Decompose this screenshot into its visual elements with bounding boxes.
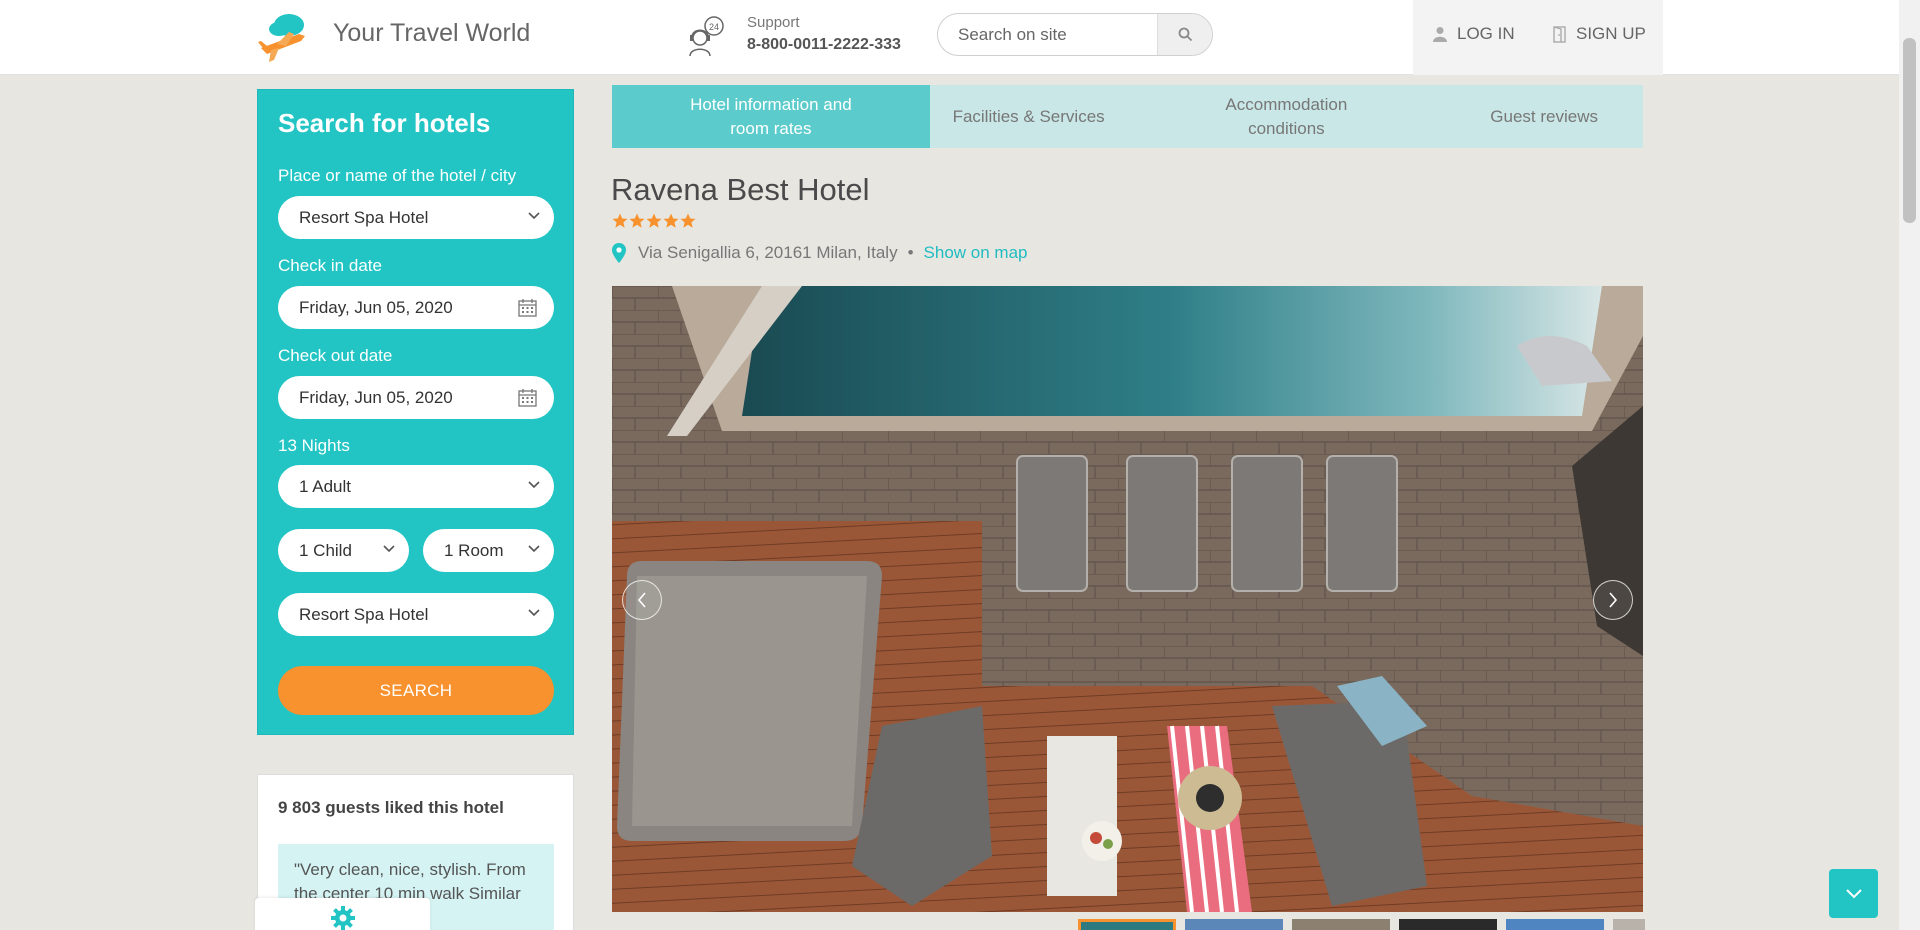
guests-liked-title: 9 803 guests liked this hotel bbox=[278, 798, 504, 817]
tab-guest-reviews[interactable]: Guest reviews bbox=[1445, 85, 1643, 148]
adults-select[interactable]: 1 Adult bbox=[278, 465, 554, 508]
gallery-thumbnails bbox=[1078, 919, 1645, 930]
tab-accommodation-conditions[interactable]: Accommodation conditions bbox=[1127, 85, 1446, 148]
hotel-type-select[interactable]: Resort Spa Hotel bbox=[278, 593, 554, 636]
star-icon bbox=[646, 213, 662, 228]
search-icon bbox=[1178, 27, 1192, 42]
brand-logo-icon[interactable] bbox=[255, 8, 313, 64]
chevron-down-icon bbox=[1845, 888, 1862, 898]
page-scrollbar[interactable] bbox=[1899, 0, 1920, 930]
gallery-thumbnail[interactable] bbox=[1292, 919, 1390, 930]
gallery-thumbnail[interactable] bbox=[1613, 919, 1645, 930]
signup-button[interactable]: SIGN UP bbox=[1553, 24, 1646, 44]
place-value: Resort Spa Hotel bbox=[299, 208, 429, 227]
chevron-down-icon bbox=[528, 481, 540, 489]
calendar-icon[interactable] bbox=[518, 388, 537, 407]
scroll-toggle-button[interactable] bbox=[1829, 869, 1878, 918]
checkout-value: Friday, Jun 05, 2020 bbox=[299, 388, 453, 407]
site-header: Your Travel World 24 Support 8-800-0011-… bbox=[0, 0, 1899, 75]
adults-value: 1 Adult bbox=[299, 477, 351, 496]
nights-label: 13 Nights bbox=[278, 436, 350, 455]
children-select[interactable]: 1 Child bbox=[278, 529, 409, 572]
tab-facilities[interactable]: Facilities & Services bbox=[929, 85, 1128, 148]
gallery-thumbnail[interactable] bbox=[1078, 919, 1176, 930]
chevron-right-icon bbox=[1609, 592, 1618, 608]
hotel-photo-gallery bbox=[612, 286, 1643, 912]
checkin-label: Check in date bbox=[278, 256, 382, 275]
signup-label: SIGN UP bbox=[1576, 24, 1646, 43]
tab-hotel-information[interactable]: Hotel information and room rates bbox=[612, 85, 930, 148]
hotel-main-photo bbox=[612, 286, 1643, 912]
door-icon bbox=[1553, 25, 1566, 43]
show-on-map-link[interactable]: Show on map bbox=[924, 243, 1028, 263]
rooms-select[interactable]: 1 Room bbox=[423, 529, 554, 572]
chevron-down-icon bbox=[383, 545, 395, 553]
svg-text:24: 24 bbox=[709, 22, 719, 32]
place-select[interactable]: Resort Spa Hotel bbox=[278, 196, 554, 239]
checkin-value: Friday, Jun 05, 2020 bbox=[299, 298, 453, 317]
login-button[interactable]: LOG IN bbox=[1433, 24, 1515, 44]
checkout-label: Check out date bbox=[278, 346, 393, 365]
place-label: Place or name of the hotel / city bbox=[278, 166, 517, 185]
gallery-thumbnail[interactable] bbox=[1399, 919, 1497, 930]
login-label: LOG IN bbox=[1457, 24, 1515, 43]
map-pin-icon bbox=[612, 243, 626, 263]
hotel-type-value: Resort Spa Hotel bbox=[299, 605, 429, 624]
rooms-value: 1 Room bbox=[444, 541, 504, 560]
support-label: Support bbox=[747, 14, 800, 31]
children-value: 1 Child bbox=[299, 541, 352, 560]
hotel-tabs: Hotel information and room rates Facilit… bbox=[612, 85, 1643, 148]
gallery-prev-button[interactable] bbox=[622, 580, 662, 620]
search-button[interactable]: SEARCH bbox=[278, 666, 554, 715]
search-panel-title: Search for hotels bbox=[278, 108, 491, 138]
support-headset-icon: 24 bbox=[689, 16, 724, 57]
checkout-date-field[interactable]: Friday, Jun 05, 2020 bbox=[278, 376, 554, 419]
settings-tab[interactable] bbox=[255, 898, 430, 930]
site-search-button[interactable] bbox=[1157, 14, 1212, 55]
gallery-thumbnail[interactable] bbox=[1506, 919, 1604, 930]
chevron-left-icon bbox=[637, 592, 646, 608]
checkin-date-field[interactable]: Friday, Jun 05, 2020 bbox=[278, 286, 554, 329]
gear-icon bbox=[330, 906, 355, 930]
chevron-down-icon bbox=[528, 212, 540, 220]
auth-area: LOG IN SIGN UP bbox=[1413, 0, 1663, 75]
chevron-down-icon bbox=[528, 545, 540, 553]
hotel-address: Via Senigallia 6, 20161 Milan, Italy bbox=[638, 243, 898, 262]
gallery-next-button[interactable] bbox=[1593, 580, 1633, 620]
star-icon bbox=[680, 213, 696, 228]
site-search bbox=[937, 13, 1213, 56]
site-search-input[interactable] bbox=[938, 14, 1158, 55]
star-icon bbox=[629, 213, 645, 228]
scrollbar-thumb[interactable] bbox=[1903, 38, 1916, 223]
chevron-down-icon bbox=[528, 609, 540, 617]
user-icon bbox=[1433, 27, 1447, 42]
hotel-name: Ravena Best Hotel bbox=[611, 172, 870, 207]
calendar-icon[interactable] bbox=[518, 298, 537, 317]
address-separator: • bbox=[907, 243, 914, 262]
hotel-address-row: Via Senigallia 6, 20161 Milan, Italy • S… bbox=[612, 243, 1027, 263]
support-phone[interactable]: 8-800-0011-2222-333 bbox=[747, 36, 901, 54]
gallery-thumbnail[interactable] bbox=[1185, 919, 1283, 930]
star-rating bbox=[612, 213, 696, 229]
brand-name[interactable]: Your Travel World bbox=[333, 19, 530, 48]
hotel-search-panel: Search for hotels Place or name of the h… bbox=[257, 89, 574, 735]
star-icon bbox=[663, 213, 679, 228]
star-icon bbox=[612, 213, 628, 228]
